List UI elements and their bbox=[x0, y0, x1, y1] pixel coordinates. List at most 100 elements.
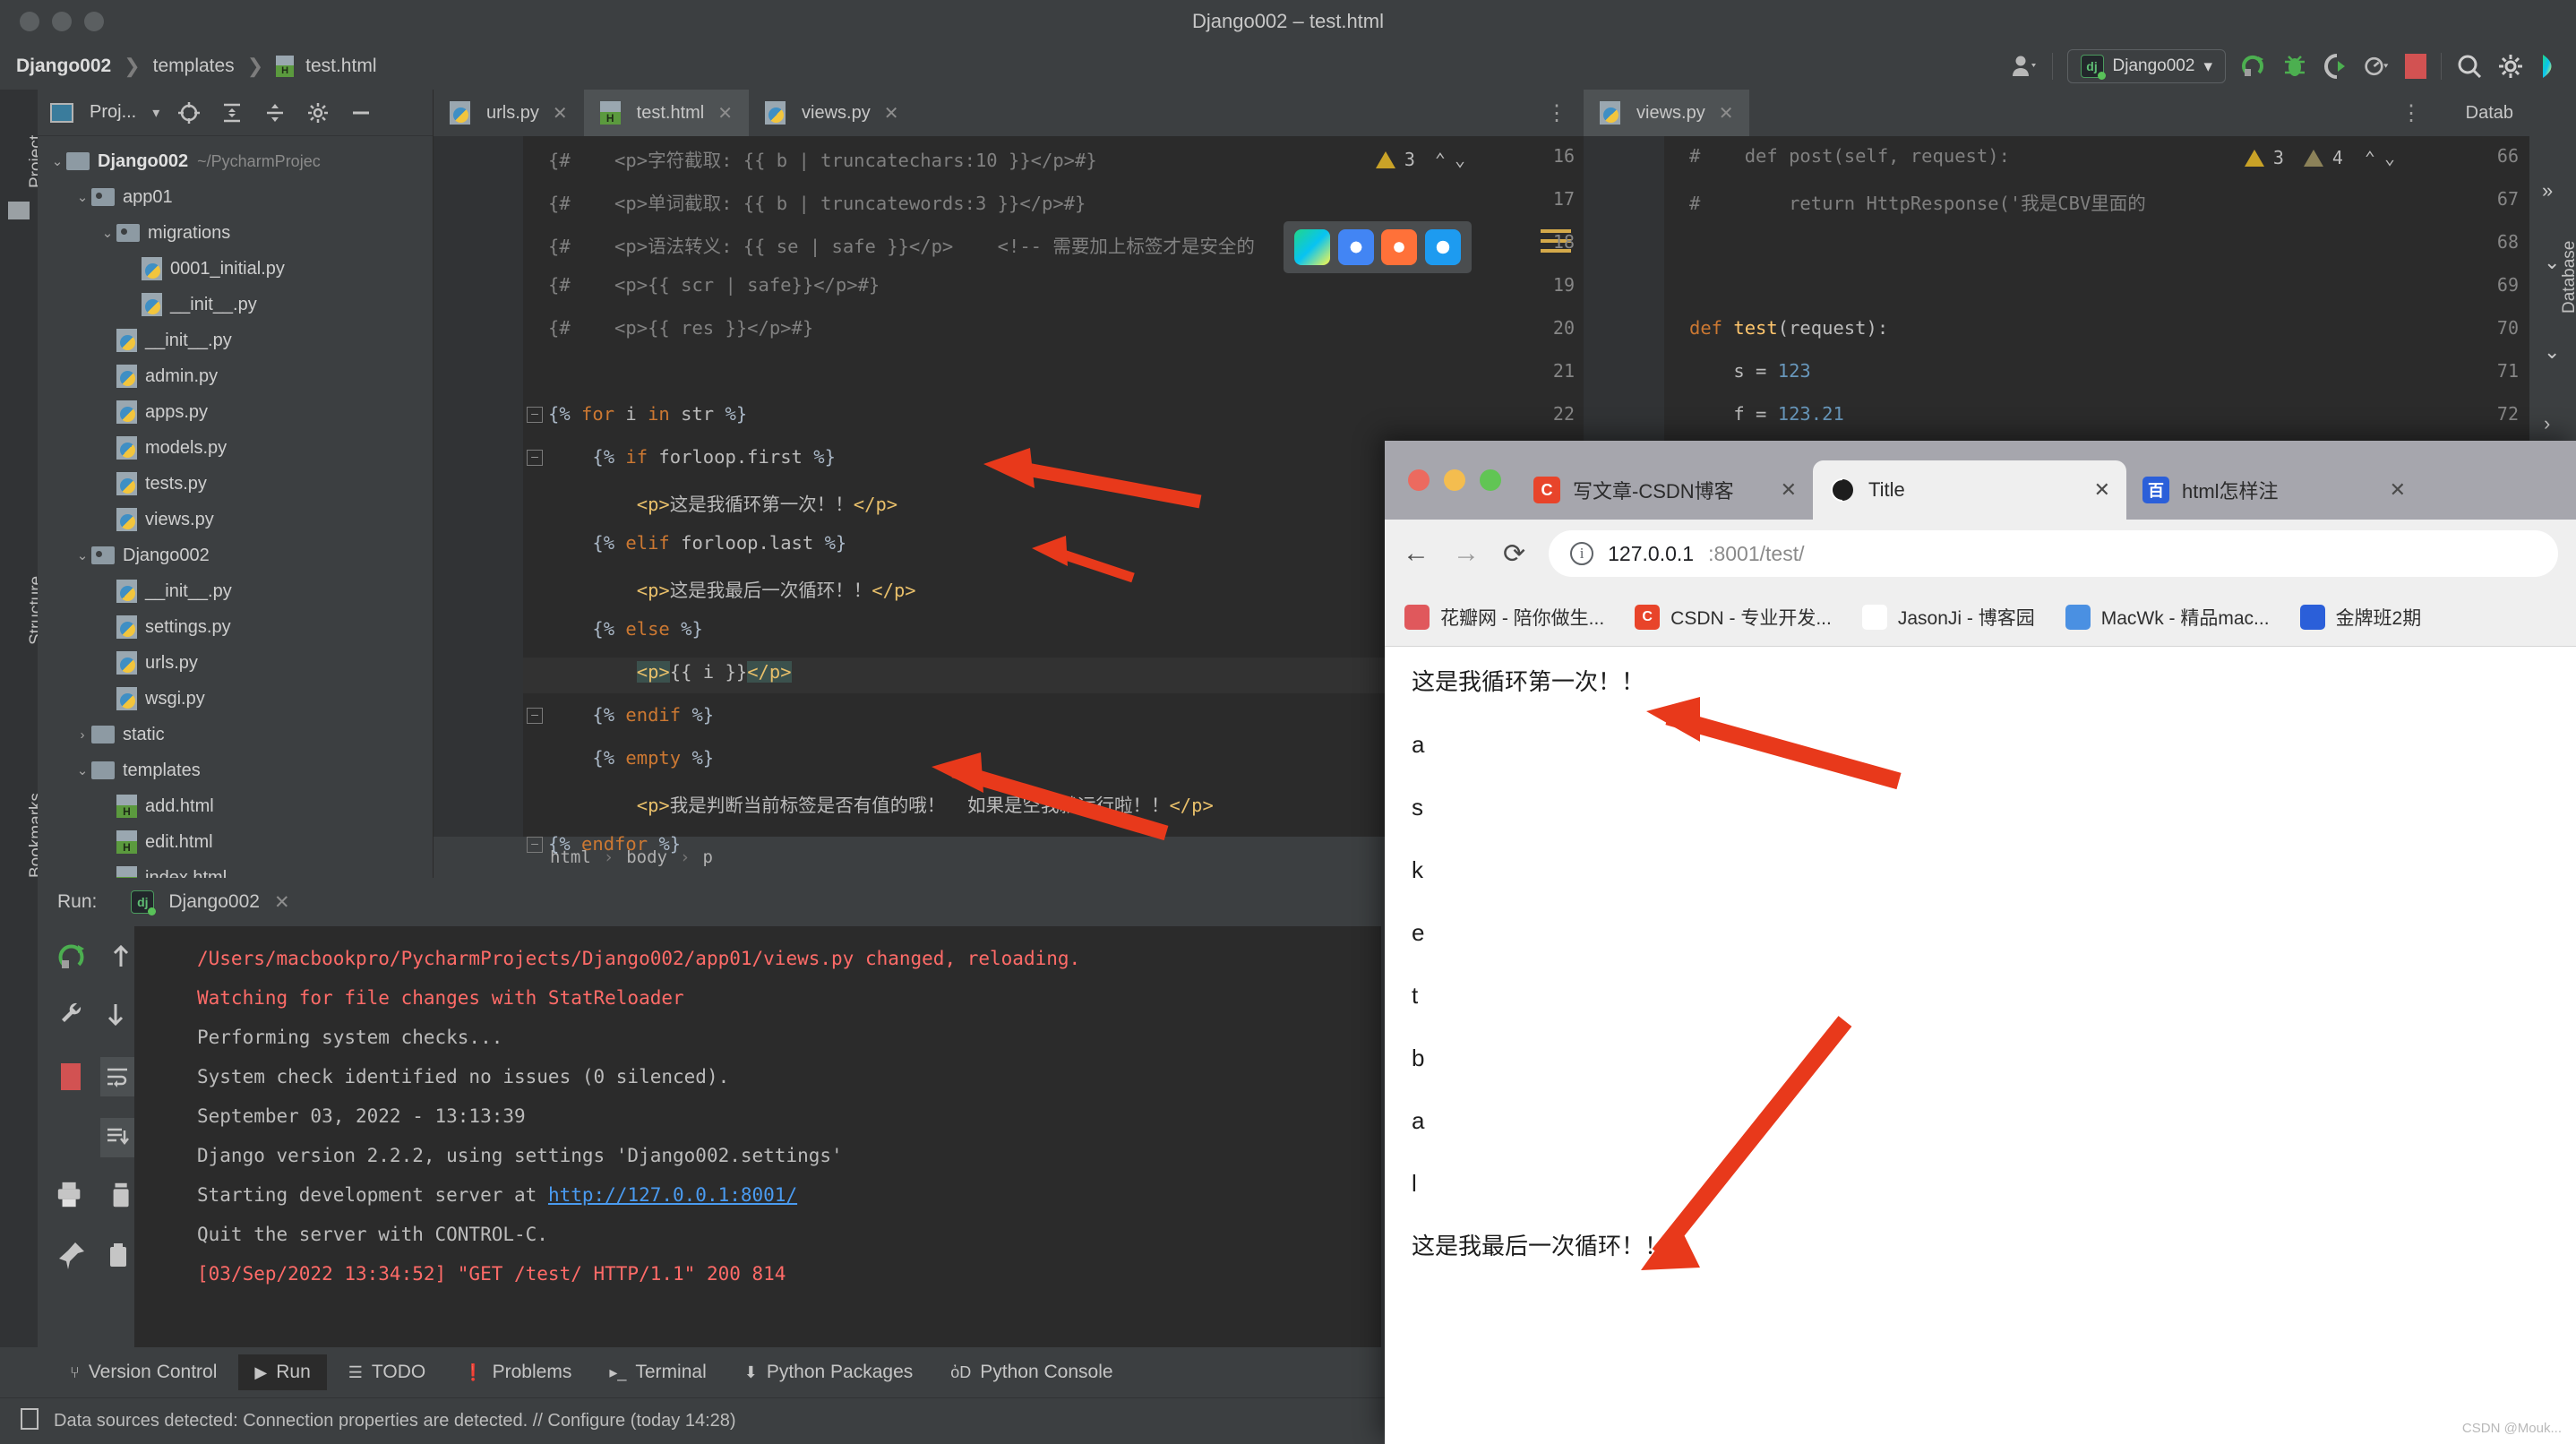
tab-test-html[interactable]: test.html ✕ bbox=[583, 90, 750, 136]
browser-tab[interactable]: Title ✕ bbox=[1813, 460, 2126, 520]
reload-icon[interactable]: ⟳ bbox=[1503, 538, 1525, 570]
status-message[interactable]: Data sources detected: Connection proper… bbox=[54, 1411, 736, 1431]
run-console-output[interactable]: /Users/macbookpro/PycharmProjects/Django… bbox=[136, 926, 1381, 1380]
tree-item[interactable]: __init__.py bbox=[38, 287, 433, 322]
firefox-icon[interactable] bbox=[1381, 229, 1418, 265]
chevron-down-icon[interactable]: ⌄ bbox=[73, 189, 91, 205]
tool-tab-python-console[interactable]: ὀD Python Console bbox=[934, 1354, 1129, 1390]
browser-tab[interactable]: C 写文章-CSDN博客 ✕ bbox=[1517, 460, 1813, 520]
tree-item[interactable]: tests.py bbox=[38, 466, 433, 502]
database-tab-label[interactable]: Datab bbox=[2466, 103, 2513, 124]
hide-icon[interactable] bbox=[348, 99, 374, 126]
code-fold-marker[interactable]: – bbox=[527, 837, 543, 853]
code-line[interactable]: {# <p>字符截取: {{ b | truncatechars:10 }}</… bbox=[548, 145, 1097, 172]
code-line[interactable]: {% endif %} bbox=[548, 704, 714, 726]
tree-item[interactable]: ⌄ app01 bbox=[38, 179, 433, 215]
user-icon[interactable] bbox=[2011, 53, 2038, 80]
bookmark-item[interactable]: C CSDN - 专业开发... bbox=[1635, 604, 1832, 631]
prev-problem-icon[interactable]: ⌃ bbox=[1435, 149, 1446, 170]
code-fold-marker[interactable]: – bbox=[527, 450, 543, 466]
code-line[interactable]: <p>这是我循环第一次！！</p> bbox=[548, 489, 897, 516]
prev-problem-icon[interactable]: ⌃ bbox=[2365, 147, 2375, 168]
settings-gear-icon[interactable] bbox=[2497, 53, 2524, 80]
tree-item[interactable]: add.html bbox=[38, 788, 433, 824]
pin-button[interactable] bbox=[38, 1231, 134, 1281]
editor-breadcrumb-item[interactable]: p bbox=[702, 847, 712, 867]
collapse-all-icon[interactable] bbox=[262, 99, 288, 126]
chevron-right-icon[interactable]: › bbox=[2544, 412, 2550, 435]
code-line[interactable]: {% elif forloop.last %} bbox=[548, 532, 846, 554]
close-icon[interactable]: ✕ bbox=[717, 102, 733, 125]
stop-button[interactable] bbox=[38, 1052, 134, 1102]
close-icon[interactable]: ✕ bbox=[2094, 478, 2110, 502]
tree-item[interactable]: __init__.py bbox=[38, 573, 433, 609]
tree-item[interactable]: ⌄ templates bbox=[38, 752, 433, 788]
project-tree[interactable]: ⌄ Django002 ~/PycharmProjec ⌄ app01 ⌄ migratio… bbox=[38, 136, 433, 896]
app-switcher-popup[interactable] bbox=[1284, 221, 1472, 273]
project-view-icon[interactable] bbox=[50, 102, 73, 123]
tree-item[interactable]: views.py bbox=[38, 502, 433, 537]
console-link[interactable]: http://127.0.0.1:8001/ bbox=[548, 1184, 797, 1206]
breadcrumb-folder[interactable]: templates bbox=[153, 56, 235, 77]
code-line[interactable]: <p>这是我最后一次循环！！</p> bbox=[548, 575, 916, 602]
debug-icon[interactable] bbox=[2281, 53, 2308, 80]
close-icon[interactable]: ✕ bbox=[553, 102, 568, 125]
bookmark-item[interactable]: JasonJi - 博客园 bbox=[1861, 604, 2035, 631]
tree-item[interactable]: 0001_initial.py bbox=[38, 251, 433, 287]
tab-views-py[interactable]: views.py ✕ bbox=[1584, 90, 1750, 136]
soft-wrap-icon[interactable] bbox=[100, 1057, 134, 1096]
close-icon[interactable]: ✕ bbox=[884, 102, 899, 125]
tree-item[interactable]: apps.py bbox=[38, 394, 433, 430]
browser-window-controls[interactable] bbox=[1399, 441, 1517, 520]
tree-item[interactable]: admin.py bbox=[38, 358, 433, 394]
tree-item[interactable]: urls.py bbox=[38, 645, 433, 681]
bookmark-item[interactable]: MacWk - 精品mac... bbox=[2065, 604, 2270, 631]
stop-icon[interactable] bbox=[2405, 54, 2426, 79]
settings-gear-icon[interactable] bbox=[305, 99, 331, 126]
rerun-button[interactable] bbox=[38, 932, 134, 982]
code-line[interactable]: # return HttpResponse('我是CBV里面的 bbox=[1689, 188, 2146, 215]
code-line[interactable]: {% endfor %} bbox=[548, 833, 681, 855]
tree-item[interactable]: edit.html bbox=[38, 824, 433, 860]
sidebar-item-database[interactable]: Database bbox=[2560, 241, 2576, 314]
site-info-icon[interactable]: i bbox=[1570, 542, 1594, 565]
breadcrumb-file[interactable]: test.html bbox=[305, 56, 376, 77]
stop-icon[interactable] bbox=[61, 1063, 82, 1090]
address-bar[interactable]: i 127.0.0.1:8001/test/ bbox=[1549, 530, 2558, 577]
back-icon[interactable]: ← bbox=[1403, 538, 1430, 569]
code-line[interactable]: def test(request): bbox=[1689, 317, 1888, 339]
maximize-button[interactable] bbox=[1480, 469, 1501, 491]
expand-right-icon[interactable]: » bbox=[2542, 179, 2553, 202]
tree-item[interactable]: ⌄ Django002 ~/PycharmProjec bbox=[38, 143, 433, 179]
tool-tab-terminal[interactable]: ▸_ Terminal bbox=[593, 1354, 722, 1390]
run-configuration-selector[interactable]: dj Django002 ▾ bbox=[2066, 49, 2226, 83]
forward-icon[interactable]: → bbox=[1453, 538, 1480, 569]
chevron-down-icon[interactable]: ⌄ bbox=[73, 762, 91, 778]
run-icon[interactable] bbox=[2240, 53, 2267, 80]
tab-urls-py[interactable]: urls.py ✕ bbox=[434, 90, 584, 136]
locate-icon[interactable] bbox=[176, 99, 202, 126]
next-problem-icon[interactable]: ⌄ bbox=[1455, 149, 1465, 170]
code-line[interactable]: <p>我是判断当前标签是否有值的哦！ 如果是空我就运行啦！！</p> bbox=[548, 790, 1214, 817]
tool-tab-run[interactable]: ▶ Run bbox=[238, 1354, 327, 1390]
bookmark-item[interactable]: 花瓣网 - 陪你做生... bbox=[1404, 604, 1604, 631]
pycharm-icon[interactable] bbox=[1294, 229, 1331, 265]
close-icon[interactable]: ✕ bbox=[1719, 102, 1734, 125]
event-log-icon[interactable] bbox=[20, 1407, 39, 1436]
chevron-right-icon[interactable]: › bbox=[73, 727, 91, 743]
tool-tab-problems[interactable]: ❗ Problems bbox=[447, 1354, 588, 1390]
code-line[interactable]: s = 123 bbox=[1689, 360, 1810, 382]
chevron-down-icon[interactable]: ⌄ bbox=[99, 225, 116, 241]
tab-options-icon[interactable]: ⋮ bbox=[1546, 100, 1567, 126]
tool-tab-todo[interactable]: ☰ TODO bbox=[332, 1354, 442, 1390]
tab-options-icon[interactable]: ⋮ bbox=[2400, 100, 2422, 126]
close-icon[interactable]: ✕ bbox=[274, 891, 290, 914]
tree-item[interactable]: wsgi.py bbox=[38, 681, 433, 717]
safari-icon[interactable] bbox=[1424, 229, 1461, 265]
bookmark-item[interactable]: 金牌班2期 bbox=[2299, 604, 2421, 631]
tool-tab-version-control[interactable]: ⑂ Version Control bbox=[54, 1354, 233, 1390]
breadcrumb-project[interactable]: Django002 bbox=[16, 56, 111, 77]
code-line[interactable]: {# <p>{{ scr | safe}}</p>#} bbox=[548, 274, 880, 296]
code-line[interactable]: {# <p>语法转义: {{ se | safe }}</p> <!-- 需要加… bbox=[548, 231, 1255, 258]
run-config-name[interactable]: Django002 bbox=[168, 891, 260, 913]
